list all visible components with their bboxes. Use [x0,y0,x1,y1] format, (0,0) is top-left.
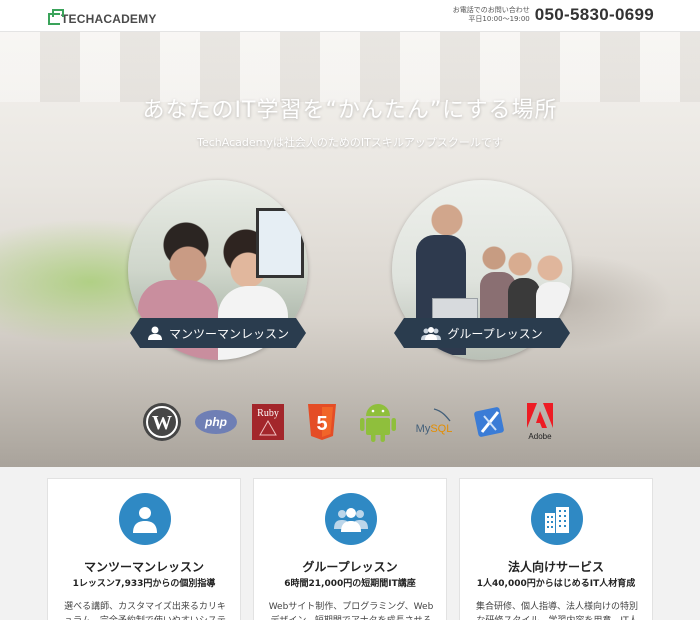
group-icon [325,493,377,545]
card-description: 選べる講師、カスタマイズ出来るカリキュラム、完全予約制で使いやすいシステムを実 [64,602,226,620]
phone-note-line1: お電話でのお問い合わせ [452,6,530,14]
card-subtitle: 1レッスン7,933円からの個別指導 [72,579,216,589]
card-title: グループレッスン [302,560,398,574]
group-icon [421,326,442,340]
service-card-man-to-man[interactable]: マンツーマンレッスン 1レッスン7,933円からの個別指導 選べる講師、カスタマ… [47,478,241,620]
svg-text:Adobe: Adobe [528,432,552,441]
man-to-man-lesson-button[interactable]: マンツーマンレッスン [130,318,306,348]
svg-text:W: W [152,412,172,434]
phone-contact: お電話でのお問い合わせ 平日10:00〜19:00 050-5830-0699 [453,5,654,25]
phone-number[interactable]: 050-5830-0699 [535,5,654,25]
svg-text:Ruby: Ruby [257,408,279,419]
group-lesson-button[interactable]: グループレッスン [394,318,570,348]
service-card-corporate[interactable]: 法人向けサービス 1人40,000円からはじめるIT人材育成 集合研修、個人指導… [459,478,653,620]
hero-subtitle: TechAcademyは社会人のためのITスキルアップスクールです [197,136,503,149]
phone-note-line2: 平日10:00〜19:00 [468,15,530,23]
techacademy-logo[interactable]: TECHACADEMY [48,7,157,25]
person-icon [147,326,163,340]
wordpress-icon: W [140,400,184,444]
card-title: 法人向けサービス [507,560,604,574]
android-icon [358,400,398,444]
adobe-icon: Adobe [522,400,558,444]
card-subtitle: 6時間21,000円の短期間IT講座 [284,579,416,589]
html5-icon: 5 [304,400,340,444]
group-lesson-label: グループレッスン [447,326,543,341]
card-title: マンツーマンレッスン [83,560,204,574]
person-icon [119,493,171,545]
svg-text:MySQL: MySQL [416,423,453,435]
logo-mark-icon [48,9,64,25]
building-icon [531,493,583,545]
hero-section: あなたのIT学習を“かんたん”にする場所 TechAcademyは社会人のための… [0,32,700,467]
logo-text: TECHACADEMY [61,12,157,26]
site-header: TECHACADEMY お電話でのお問い合わせ 平日10:00〜19:00 05… [0,0,700,32]
card-description: Webサイト制作、プログラミング、Webデザイン、短期間でアナタを成長させる初心… [268,602,434,620]
monitor-image [256,208,304,278]
mysql-icon: MySQL [412,400,456,444]
man-to-man-lesson-label: マンツーマンレッスン [168,326,289,341]
phone-note: お電話でのお問い合わせ 平日10:00〜19:00 [453,6,530,24]
xcode-icon [470,400,510,444]
hero-title: あなたのIT学習を“かんたん”にする場所 [142,98,558,123]
php-icon: php [194,400,238,444]
svg-text:5: 5 [316,413,327,435]
card-subtitle: 1人40,000円からはじめるIT人材育成 [476,579,636,589]
ruby-icon: Ruby [250,400,286,444]
svg-text:php: php [204,415,227,429]
card-description: 集合研修、個人指導、法人様向けの特別な研修スタイル。学習内容を用意、IT人材は採… [475,602,638,620]
tech-logo-row: W php Ruby 5 MySQL Adobe [140,400,560,444]
service-card-group[interactable]: グループレッスン 6時間21,000円の短期間IT講座 Webサイト制作、プログ… [253,478,447,620]
